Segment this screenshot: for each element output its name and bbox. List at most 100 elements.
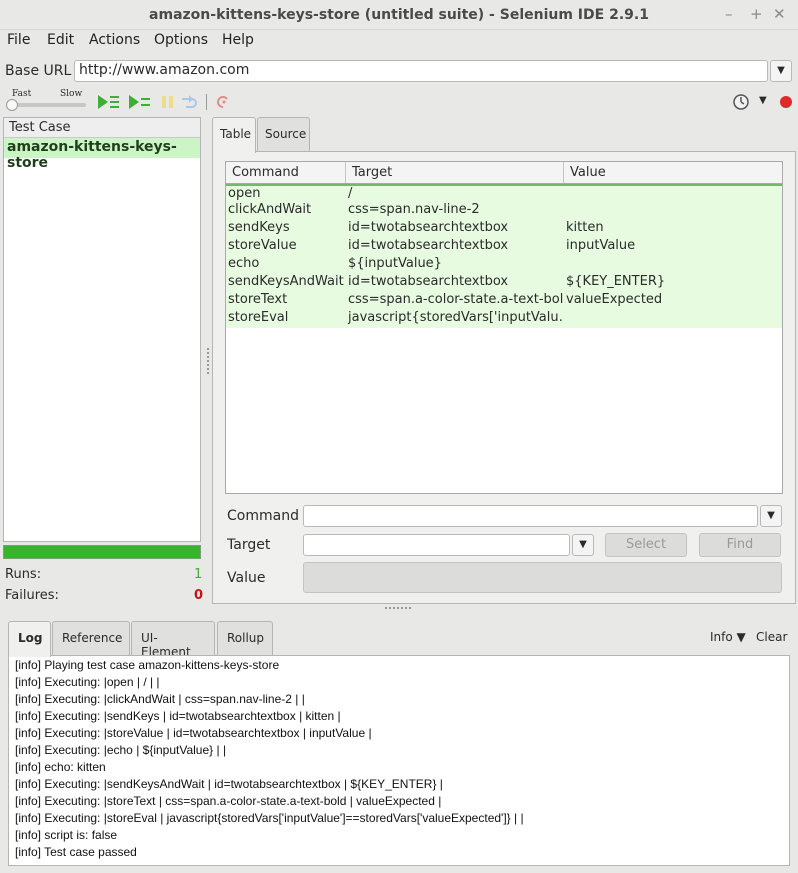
- target-dropdown[interactable]: ▼: [572, 534, 594, 556]
- menu-actions[interactable]: Actions: [89, 32, 140, 48]
- target-cell: ${inputValue}: [348, 256, 442, 271]
- target-label: Target: [227, 537, 271, 553]
- title-bar: amazon-kittens-keys-store (untitled suit…: [0, 0, 798, 30]
- target-cell: css=span.nav-line-2: [348, 202, 480, 217]
- log-line: [info] echo: kitten: [15, 760, 106, 774]
- close-button[interactable]: ✕: [773, 5, 786, 23]
- record-icon[interactable]: [776, 94, 798, 110]
- target-cell: id=twotabsearchtextbox: [348, 238, 509, 253]
- value-label: Value: [227, 570, 266, 586]
- menu-file[interactable]: File: [7, 32, 30, 48]
- table-row[interactable]: sendKeys id=twotabsearchtextbox kitten: [226, 220, 782, 238]
- runs-label: Runs:: [5, 567, 42, 582]
- log-line: [info] Executing: |clickAndWait | css=sp…: [15, 692, 305, 706]
- menu-options[interactable]: Options: [154, 32, 208, 48]
- speed-slow-label: Slow: [60, 89, 83, 99]
- column-command[interactable]: Command: [226, 162, 346, 183]
- value-cell: [564, 202, 782, 220]
- progress-bar: [3, 545, 201, 559]
- speed-fast-label: Fast: [12, 89, 32, 99]
- target-cell: javascript{storedVars['inputValu…: [348, 310, 564, 325]
- chevron-down-icon: ▼: [579, 539, 587, 550]
- tab-source[interactable]: Source: [257, 117, 310, 151]
- chevron-down-icon: ▼: [777, 65, 785, 76]
- play-suite-icon[interactable]: [97, 94, 121, 110]
- table-row[interactable]: storeEval javascript{storedVars['inputVal…: [226, 310, 782, 328]
- command-cell: storeEval: [228, 310, 289, 325]
- tab-rollup[interactable]: Rollup: [217, 621, 273, 655]
- failures-count: 0: [194, 588, 204, 603]
- command-cell: echo: [228, 256, 260, 271]
- toolbar-separator: [206, 94, 207, 110]
- tab-log[interactable]: Log: [8, 621, 51, 657]
- chevron-down-icon: ▼: [767, 510, 775, 521]
- log-line: [info] Executing: |storeText | css=span.…: [15, 794, 442, 808]
- table-row[interactable]: storeValue id=twotabsearchtextbox inputVal…: [226, 238, 782, 256]
- play-test-case-icon[interactable]: [128, 94, 152, 110]
- value-cell: inputValue: [566, 238, 636, 253]
- tab-ui-element[interactable]: UI-Element: [131, 621, 215, 659]
- maximize-button[interactable]: +: [750, 5, 763, 23]
- speed-slider-handle[interactable]: [6, 99, 18, 111]
- select-button[interactable]: Select: [605, 533, 687, 557]
- tab-table[interactable]: Table: [212, 117, 256, 153]
- command-cell: sendKeysAndWait: [228, 274, 344, 289]
- clear-log-button[interactable]: Clear: [756, 630, 787, 644]
- log-line: [info] Test case passed: [15, 845, 137, 859]
- command-table-header: Command Target Value: [226, 162, 782, 184]
- value-input[interactable]: [303, 562, 782, 593]
- log-line: [info] Executing: |sendKeysAndWait | id=…: [15, 777, 443, 791]
- log-line: [info] Executing: |storeValue | id=twota…: [15, 726, 372, 740]
- target-cell: id=twotabsearchtextbox: [348, 274, 509, 289]
- table-row[interactable]: storeText css=span.a-color-state.a-text-b…: [226, 292, 782, 310]
- failures-label: Failures:: [5, 588, 59, 603]
- tab-reference[interactable]: Reference: [52, 621, 130, 655]
- test-case-header: Test Case: [4, 118, 200, 138]
- find-button[interactable]: Find: [699, 533, 781, 557]
- command-cell: sendKeys: [228, 220, 290, 235]
- target-input[interactable]: [303, 534, 570, 556]
- chevron-down-icon: ▼: [732, 630, 746, 644]
- command-cell: storeValue: [228, 238, 297, 253]
- log-level-label: Info: [710, 630, 733, 644]
- value-cell: [564, 310, 782, 328]
- value-cell: ${KEY_ENTER}: [566, 274, 666, 289]
- table-row[interactable]: clickAndWait css=span.nav-line-2: [226, 202, 782, 220]
- command-table: Command Target Value open / clickAndWait cs…: [225, 161, 783, 494]
- test-case-item[interactable]: amazon-kittens-keys-store: [4, 138, 200, 171]
- base-url-dropdown[interactable]: ▼: [770, 60, 792, 82]
- runs-count: 1: [194, 567, 203, 582]
- base-url-input[interactable]: http://www.amazon.com: [74, 60, 768, 82]
- table-row[interactable]: open /: [226, 184, 782, 202]
- target-cell: /: [348, 186, 353, 201]
- rollup-icon[interactable]: [214, 94, 238, 110]
- menu-help[interactable]: Help: [222, 32, 254, 48]
- table-row[interactable]: sendKeysAndWait id=twotabsearchtextbox ${K…: [226, 274, 782, 292]
- command-input[interactable]: [303, 505, 758, 527]
- log-line: [info] Executing: |sendKeys | id=twotabs…: [15, 709, 341, 723]
- log-area: [info] Playing test case amazon-kittens-…: [8, 655, 790, 866]
- step-icon[interactable]: [178, 94, 202, 110]
- log-line: [info] Executing: |open | / | |: [15, 675, 160, 689]
- command-cell: storeText: [228, 292, 288, 307]
- column-target[interactable]: Target: [346, 162, 564, 183]
- menu-bar: File Edit Actions Options Help: [0, 30, 798, 54]
- command-cell: clickAndWait: [228, 202, 312, 217]
- target-cell: css=span.a-color-state.a-text-bold: [348, 292, 564, 307]
- horizontal-splitter[interactable]: [385, 607, 411, 609]
- command-cell: open: [228, 186, 261, 201]
- log-line: [info] script is: false: [15, 828, 118, 842]
- chevron-down-icon[interactable]: ▼: [759, 95, 767, 106]
- menu-edit[interactable]: Edit: [47, 32, 74, 48]
- command-dropdown[interactable]: ▼: [760, 505, 782, 527]
- log-level-dropdown[interactable]: Info ▼: [710, 630, 746, 644]
- table-row[interactable]: echo ${inputValue}: [226, 256, 782, 274]
- window-title: amazon-kittens-keys-store (untitled suit…: [149, 7, 649, 23]
- speed-slider-track[interactable]: [8, 103, 86, 107]
- schedule-clock-icon[interactable]: [730, 94, 754, 110]
- column-value[interactable]: Value: [564, 162, 782, 183]
- log-line: [info] Playing test case amazon-kittens-…: [15, 658, 280, 672]
- command-label: Command: [227, 508, 299, 524]
- minimize-button[interactable]: –: [725, 5, 733, 23]
- vertical-splitter[interactable]: [207, 348, 209, 374]
